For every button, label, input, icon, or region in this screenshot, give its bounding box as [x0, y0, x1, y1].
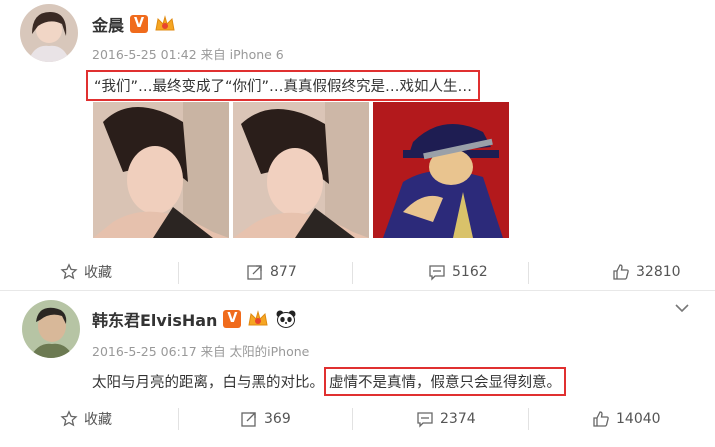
highlight-box: 虚情不是真情，假意只会显得刻意。: [324, 367, 566, 396]
crown-icon: [155, 15, 175, 31]
comment-button[interactable]: 5162: [428, 263, 488, 281]
favorite-button[interactable]: 收藏: [60, 262, 112, 282]
post-text: 太阳与月亮的距离，白与黑的对比。 虚情不是真情，假意只会显得刻意。: [92, 367, 566, 396]
like-button[interactable]: 14040: [592, 410, 661, 428]
comment-button[interactable]: 2374: [416, 410, 476, 428]
divider: [528, 262, 529, 284]
repost-icon: [247, 264, 262, 280]
post-image[interactable]: [93, 102, 229, 238]
favorite-button[interactable]: 收藏: [60, 409, 112, 429]
author-row: 韩东君ElvisHan V: [92, 307, 297, 331]
post-meta: 2016-5-25 06:17 来自 太阳的iPhone: [92, 344, 310, 359]
author-name[interactable]: 韩东君ElvisHan: [92, 307, 217, 331]
like-button[interactable]: 32810: [612, 263, 681, 281]
like-count: 14040: [616, 411, 661, 427]
action-bar: 收藏 369 2374 14040: [0, 399, 715, 439]
divider: [178, 262, 179, 284]
avatar[interactable]: [20, 4, 78, 62]
comment-icon: [429, 264, 445, 281]
like-count: 32810: [636, 263, 681, 280]
post-image[interactable]: [233, 102, 369, 238]
weibo-post: 金晨 V 2016-5-25 01:42 来自 iPhone 6 “我们”…最终…: [0, 0, 715, 291]
comment-count: 5162: [452, 263, 488, 280]
divider: [178, 408, 179, 430]
chevron-down-icon[interactable]: [675, 303, 689, 313]
like-icon: [613, 263, 629, 280]
repost-button[interactable]: 369: [240, 410, 291, 428]
divider: [352, 262, 353, 284]
image-grid: [93, 102, 509, 238]
comment-icon: [417, 412, 433, 428]
panda-icon: [276, 310, 296, 328]
author-row: 金晨 V: [92, 12, 176, 36]
favorite-label: 收藏: [84, 264, 112, 281]
post-text-plain: 太阳与月亮的距离，白与黑的对比。: [92, 375, 324, 391]
verified-badge: V: [223, 310, 242, 328]
action-bar: 收藏 877 5162 32810: [0, 253, 715, 291]
like-icon: [593, 411, 609, 427]
comment-count: 2374: [440, 411, 476, 427]
avatar[interactable]: [22, 300, 80, 358]
divider: [528, 408, 529, 430]
repost-button[interactable]: 877: [246, 263, 297, 281]
post-image[interactable]: [373, 102, 509, 238]
repost-count: 877: [270, 263, 297, 280]
highlight-box: “我们”…最终变成了“你们”…真真假假终究是…戏如人生…: [86, 70, 481, 101]
repost-count: 369: [264, 411, 291, 427]
star-icon: [60, 262, 78, 279]
star-icon: [60, 410, 78, 427]
favorite-label: 收藏: [84, 412, 112, 428]
author-name[interactable]: 金晨: [92, 12, 124, 36]
post-text: “我们”…最终变成了“你们”…真真假假终究是…戏如人生…: [86, 70, 481, 101]
divider: [352, 408, 353, 430]
repost-icon: [241, 412, 256, 427]
crown-icon: [248, 310, 269, 326]
verified-badge: V: [130, 15, 149, 33]
weibo-post: 韩东君ElvisHan V 2016-5-25 06:17 来自 太阳的iPho…: [0, 291, 715, 447]
post-meta: 2016-5-25 01:42 来自 iPhone 6: [92, 47, 284, 62]
